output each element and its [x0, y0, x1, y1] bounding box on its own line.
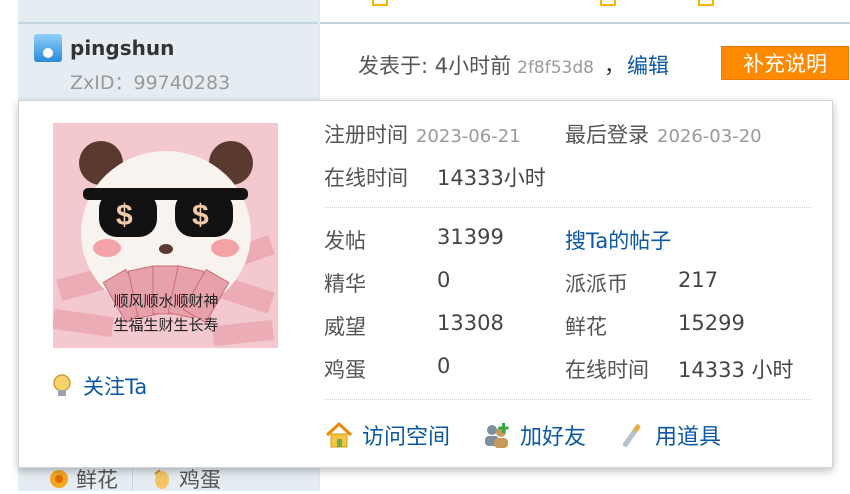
visit-space-button[interactable]: 访问空间: [324, 419, 450, 451]
flowers-value: 15299: [678, 311, 745, 335]
digest-value: 0: [437, 268, 451, 292]
add-friend-button[interactable]: 加好友: [482, 419, 586, 451]
author-name[interactable]: pingshun: [70, 36, 174, 60]
svg-text:$: $: [192, 199, 209, 232]
stat-prestige-value-wrap: 13308: [437, 311, 504, 335]
supplement-button[interactable]: 补充说明: [721, 46, 849, 80]
meta-separator: ，: [603, 54, 625, 78]
register-date: 2023-06-21: [416, 126, 521, 147]
paipai-value: 217: [678, 268, 719, 292]
flower-tab-label: 鲜花: [76, 467, 118, 492]
online-time-value-2: 14333 小时: [678, 358, 794, 382]
last-login-row: 最后登录 2026-03-20: [565, 119, 762, 149]
stat-eggs-label-wrap: 鸡蛋: [324, 354, 366, 384]
toolbar-icon: [600, 0, 616, 6]
online-status-icon: [34, 34, 62, 62]
author-zxid: ZxID：99740283: [70, 72, 231, 94]
toolbar-icon: [372, 0, 388, 6]
eggs-label: 鸡蛋: [324, 358, 366, 382]
online-time-label: 在线时间: [324, 166, 408, 190]
add-friend-icon: [485, 423, 509, 448]
stat-posts-label-wrap: 发帖: [324, 225, 366, 255]
stat-digest-label-wrap: 精华: [324, 268, 366, 298]
add-friend-label: 加好友: [520, 425, 587, 450]
search-posts-link[interactable]: 搜Ta的帖子: [565, 225, 671, 255]
home-icon: [325, 421, 353, 448]
use-item-button[interactable]: 用道具: [617, 419, 721, 451]
stat-online2-label-wrap: 在线时间: [565, 354, 649, 384]
user-profile-popup: $ $ 顺风顺水顺财神 生福生财生长寿 关注Ta 注册时间 2023-06-21: [18, 100, 833, 468]
follow-label: 关注Ta: [83, 375, 148, 399]
digest-label: 精华: [324, 272, 366, 296]
follow-button[interactable]: 关注Ta: [51, 371, 147, 401]
previous-post-footer-left: [18, 0, 318, 24]
visit-space-label: 访问空间: [362, 425, 451, 450]
search-posts-label: 搜Ta的帖子: [565, 229, 672, 253]
avatar-caption-line2: 生福生财生长寿: [113, 316, 218, 334]
flower-tab[interactable]: 鲜花: [18, 466, 118, 492]
author-header: pingshun: [34, 34, 174, 62]
last-login-label: 最后登录: [565, 123, 649, 147]
online-time-row: 在线时间: [324, 162, 408, 192]
previous-post-footer-right: [320, 0, 850, 24]
online-time-label-2: 在线时间: [565, 358, 649, 382]
stat-posts-value-wrap: 31399: [437, 225, 504, 249]
register-time-row: 注册时间 2023-06-21: [324, 119, 521, 149]
prestige-label: 威望: [324, 315, 366, 339]
stat-prestige-label-wrap: 威望: [324, 311, 366, 341]
posts-value: 31399: [437, 225, 504, 249]
flower-icon: [50, 469, 68, 488]
stat-eggs-value-wrap: 0: [437, 354, 450, 378]
panda-avatar-image: $ $ 顺风顺水顺财神 生福生财生长寿: [53, 123, 278, 348]
divider: [324, 399, 811, 400]
post-meta: 发表于: 4小时前 2f8f53d8 ，编辑: [358, 50, 669, 80]
post-time: 发表于: 4小时前: [358, 54, 512, 78]
lightbulb-icon: [53, 374, 71, 396]
posts-label: 发帖: [324, 229, 366, 253]
register-time-label: 注册时间: [324, 123, 408, 147]
stat-paipai-label-wrap: 派派币: [565, 268, 628, 298]
post-hash: 2f8f53d8: [517, 58, 594, 78]
online-time-value: 14333小时: [437, 166, 546, 190]
svg-text:$: $: [116, 199, 133, 232]
prestige-value: 13308: [437, 311, 504, 335]
edit-link[interactable]: 编辑: [627, 54, 669, 78]
rate-tabs: 鲜花 鸡蛋: [18, 466, 318, 492]
stat-flowers-value-wrap: 15299: [678, 311, 745, 335]
use-item-label: 用道具: [655, 425, 722, 450]
stat-paipai-value-wrap: 217: [678, 268, 718, 292]
avatar-caption-line1: 顺风顺水顺财神: [113, 292, 218, 310]
eggs-value: 0: [437, 354, 451, 378]
paipai-label: 派派币: [565, 272, 628, 296]
egg-icon: [154, 468, 169, 489]
user-avatar[interactable]: $ $ 顺风顺水顺财神 生福生财生长寿: [53, 123, 278, 348]
divider: [324, 207, 811, 208]
online-time-value-wrap: 14333小时: [437, 162, 546, 192]
last-login-date: 2026-03-20: [657, 126, 762, 147]
egg-tab[interactable]: 鸡蛋: [132, 466, 221, 492]
stat-online2-value-wrap: 14333 小时: [678, 354, 793, 384]
stat-flowers-label-wrap: 鲜花: [565, 311, 607, 341]
stat-digest-value-wrap: 0: [437, 268, 450, 292]
magic-wand-icon: [622, 424, 641, 448]
flowers-label: 鲜花: [565, 315, 607, 339]
egg-tab-label: 鸡蛋: [179, 467, 221, 492]
toolbar-icon: [698, 0, 714, 6]
